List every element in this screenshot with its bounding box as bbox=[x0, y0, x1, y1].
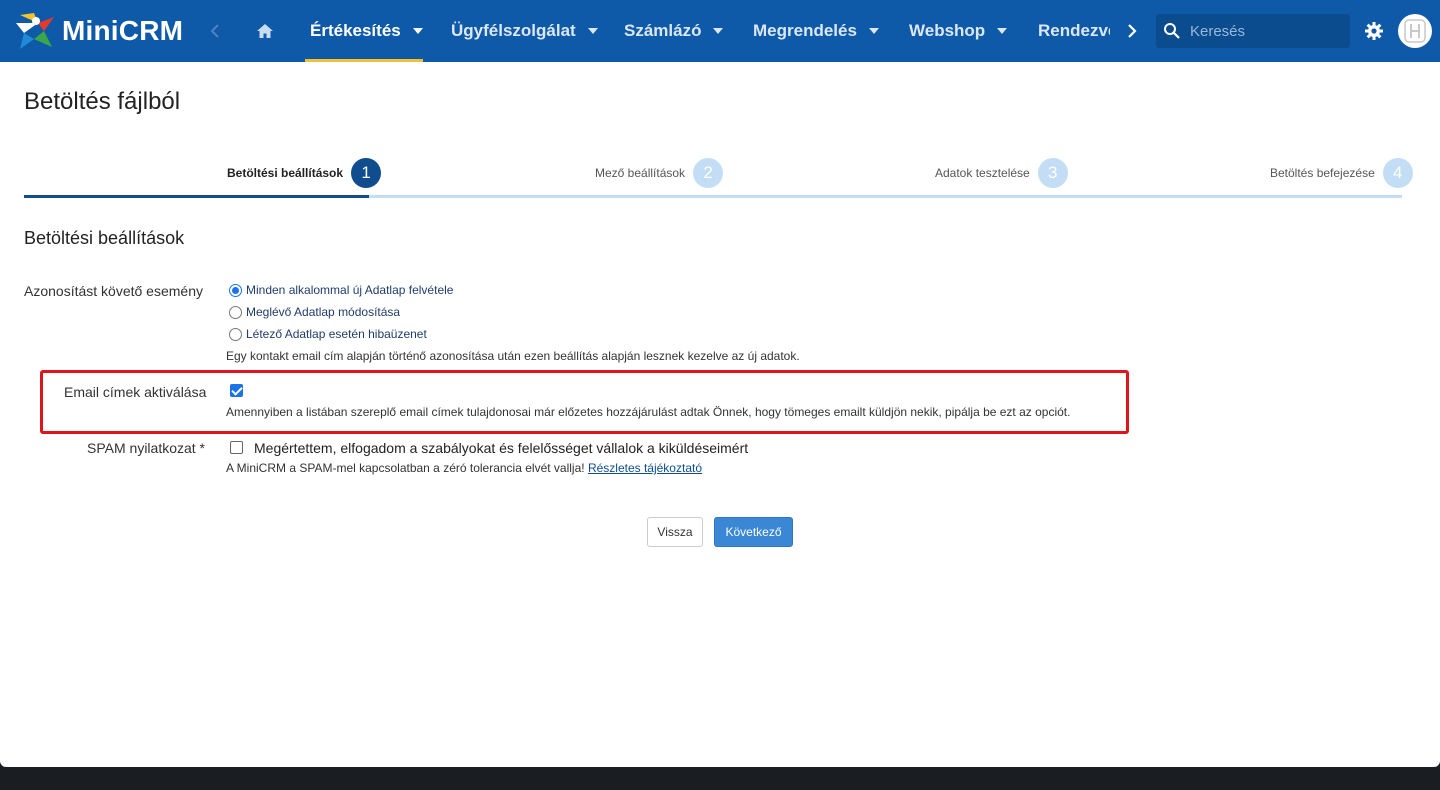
nav-back-button[interactable] bbox=[204, 18, 226, 44]
step-adatok-tesztelese[interactable]: Adatok tesztelése 3 bbox=[935, 156, 1068, 190]
step-number: 2 bbox=[693, 158, 724, 188]
radio-option-error-message[interactable]: Létező Adatlap esetén hibaüzenet bbox=[229, 327, 427, 341]
wizard-stepper: Betöltési beállítások 1 Mező beállítások… bbox=[24, 150, 1413, 200]
step-mezo-beallitasok[interactable]: Mező beállítások 2 bbox=[595, 156, 724, 190]
search-box[interactable] bbox=[1156, 14, 1350, 48]
nav-item-szamlazo[interactable]: Számlázó bbox=[624, 0, 724, 62]
search-icon bbox=[1164, 23, 1180, 39]
nav-item-label: Webshop bbox=[909, 21, 986, 40]
top-navbar: MiniCRM Értékesítés Ügyfélszolgálat Szám… bbox=[0, 0, 1440, 62]
nav-item-webshop[interactable]: Webshop bbox=[909, 0, 1008, 62]
chevron-down-icon bbox=[868, 28, 879, 34]
spam-help-text: A MiniCRM a SPAM-mel kapcsolatban a zéró… bbox=[226, 461, 702, 475]
event-help-text: Egy kontakt email cím alapján történő az… bbox=[226, 349, 800, 363]
spam-declaration-checkbox[interactable] bbox=[230, 441, 243, 454]
nav-item-ertekesites[interactable]: Értékesítés bbox=[305, 0, 423, 62]
radio-option-new-record[interactable]: Minden alkalommal új Adatlap felvétele bbox=[229, 283, 453, 297]
step-betoltesi-beallitasok[interactable]: Betöltési beállítások 1 bbox=[227, 156, 382, 190]
email-activation-label: Email címek aktiválása bbox=[64, 384, 207, 400]
spam-declaration-text: Megértettem, elfogadom a szabályokat és … bbox=[254, 440, 749, 456]
nav-item-label: Értékesítés bbox=[310, 21, 401, 40]
nav-item-label: Rendezvé bbox=[1038, 21, 1110, 40]
brand-logo[interactable]: MiniCRM bbox=[14, 9, 183, 53]
radio-button[interactable] bbox=[229, 283, 242, 297]
nav-item-rendezveny[interactable]: Rendezvé bbox=[1038, 0, 1110, 62]
brand-name: MiniCRM bbox=[62, 15, 184, 46]
user-avatar[interactable] bbox=[1398, 14, 1432, 48]
minicrm-star-logo-icon bbox=[16, 13, 54, 49]
details-link[interactable]: Részletes tájékoztató bbox=[588, 461, 702, 475]
chevron-down-icon bbox=[587, 28, 598, 34]
home-icon bbox=[257, 24, 273, 38]
radio-label: Minden alkalommal új Adatlap felvétele bbox=[246, 283, 454, 297]
nav-item-label: Ügyfélszolgálat bbox=[451, 21, 576, 40]
radio-button[interactable] bbox=[229, 305, 242, 319]
step-label: Betöltés befejezése bbox=[1270, 166, 1375, 180]
app-window: MiniCRM Értékesítés Ügyfélszolgálat Szám… bbox=[0, 0, 1440, 767]
next-button[interactable]: Következő bbox=[714, 517, 793, 547]
email-activation-checkbox[interactable] bbox=[230, 384, 243, 397]
back-button[interactable]: Vissza bbox=[647, 517, 703, 547]
gear-icon[interactable] bbox=[1364, 21, 1384, 41]
nav-home-button[interactable] bbox=[253, 18, 277, 44]
radio-label: Létező Adatlap esetén hibaüzenet bbox=[246, 327, 427, 341]
page-title: Betöltés fájlból bbox=[24, 88, 181, 115]
chevron-down-icon bbox=[412, 28, 423, 34]
spam-declaration-label: SPAM nyilatkozat * bbox=[87, 440, 206, 456]
nav-item-megrendeles[interactable]: Megrendelés bbox=[753, 0, 879, 62]
radio-label: Meglévő Adatlap módosítása bbox=[246, 305, 401, 319]
highlight-box bbox=[40, 370, 1129, 434]
step-number: 3 bbox=[1037, 158, 1068, 188]
nav-scroll-right-button[interactable] bbox=[1120, 18, 1144, 44]
nav-item-ugyfelszolgalat[interactable]: Ügyfélszolgálat bbox=[451, 0, 598, 62]
nav-item-label: Számlázó bbox=[624, 21, 702, 40]
user-avatar-icon bbox=[1404, 19, 1426, 43]
chevron-right-icon bbox=[1128, 24, 1137, 38]
nav-overflow-clip: Rendezvé bbox=[1020, 0, 1110, 62]
radio-button[interactable] bbox=[229, 327, 242, 341]
radio-option-modify-record[interactable]: Meglévő Adatlap módosítása bbox=[229, 305, 400, 319]
stepper-progress bbox=[24, 195, 369, 198]
step-number: 1 bbox=[351, 158, 382, 188]
step-label: Betöltési beállítások bbox=[227, 166, 344, 180]
chevron-down-icon bbox=[713, 28, 724, 34]
event-field-label: Azonosítást követő esemény bbox=[24, 283, 203, 299]
step-betoltes-befejezese[interactable]: Betöltés befejezése 4 bbox=[1270, 156, 1413, 190]
email-activation-help: Amennyiben a listában szereplő email cím… bbox=[226, 405, 1071, 419]
chevron-down-icon bbox=[997, 28, 1008, 34]
step-number: 4 bbox=[1382, 158, 1413, 188]
nav-item-label: Megrendelés bbox=[753, 21, 857, 40]
step-label: Adatok tesztelése bbox=[935, 166, 1030, 180]
spam-help: A MiniCRM a SPAM-mel kapcsolatban a zéró… bbox=[226, 461, 585, 475]
section-title: Betöltési beállítások bbox=[24, 228, 185, 248]
step-label: Mező beállítások bbox=[595, 166, 686, 180]
chevron-left-icon bbox=[210, 24, 219, 38]
search-input[interactable] bbox=[1190, 22, 1340, 40]
